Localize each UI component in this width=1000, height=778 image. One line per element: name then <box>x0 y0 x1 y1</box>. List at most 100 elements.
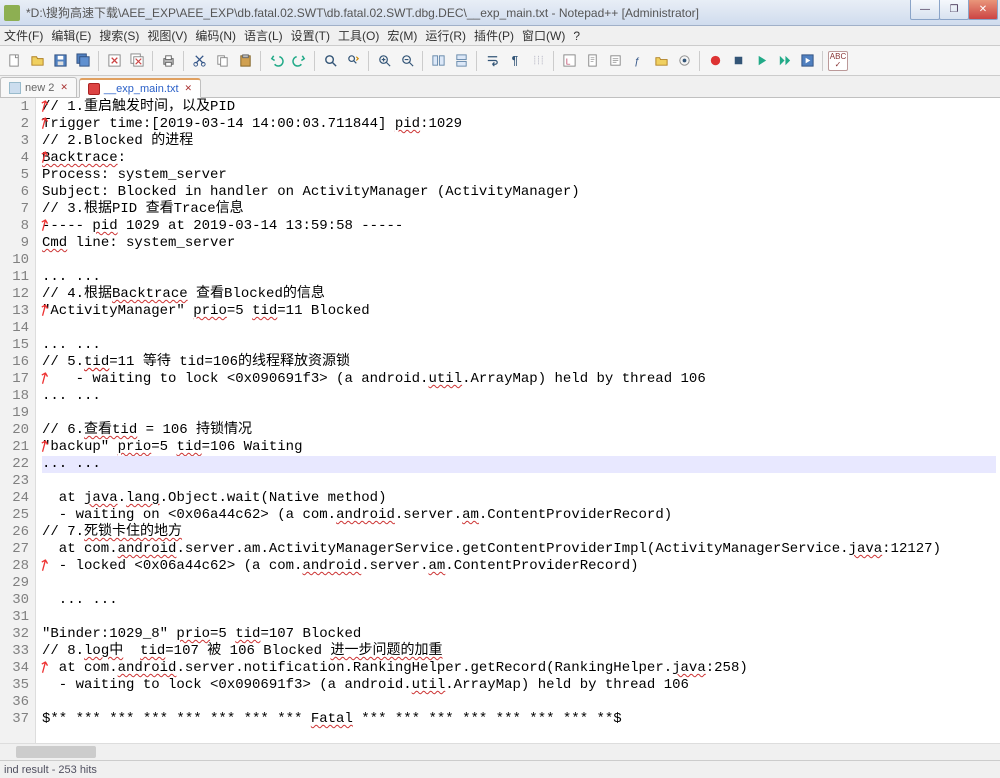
tab-new2[interactable]: new 2 ✕ <box>0 77 77 97</box>
code-line[interactable]: ↗"backup" prio=5 tid=106 Waiting <box>42 439 996 456</box>
code-line[interactable]: ↗ at com.android.server.notification.Ran… <box>42 660 996 677</box>
close-file-icon[interactable] <box>104 51 124 71</box>
doc-list-icon[interactable] <box>605 51 625 71</box>
code-line[interactable]: // 8.log中 tid=107 被 106 Blocked 进一步问题的加重 <box>42 643 996 660</box>
code-line[interactable]: ... ... <box>42 592 996 609</box>
menu-run[interactable]: 运行(R) <box>425 27 466 44</box>
menu-edit[interactable]: 编辑(E) <box>51 27 91 44</box>
menu-tools[interactable]: 工具(O) <box>338 27 379 44</box>
function-list-icon[interactable]: ƒ <box>628 51 648 71</box>
code-line[interactable]: ↗ - waiting to lock <0x090691f3> (a andr… <box>42 371 996 388</box>
code-line[interactable]: ↗Backtrace: <box>42 150 996 167</box>
menu-encoding[interactable]: 编码(N) <box>195 27 236 44</box>
code-line[interactable]: ... ... <box>42 337 996 354</box>
save-all-icon[interactable] <box>73 51 93 71</box>
code-line[interactable]: "Binder:1029_8" prio=5 tid=107 Blocked <box>42 626 996 643</box>
code-line[interactable]: // 4.根据Backtrace 查看Blocked的信息 <box>42 286 996 303</box>
code-line[interactable] <box>42 575 996 592</box>
stop-macro-icon[interactable] <box>728 51 748 71</box>
tab-bar: new 2 ✕ __exp_main.txt ✕ <box>0 76 1000 98</box>
find-icon[interactable] <box>320 51 340 71</box>
code-line[interactable]: // 5.tid=11 等待 tid=106的线程释放资源锁 <box>42 354 996 371</box>
code-line[interactable]: Cmd line: system_server <box>42 235 996 252</box>
scrollbar-thumb[interactable] <box>16 746 96 758</box>
cut-icon[interactable] <box>189 51 209 71</box>
print-icon[interactable] <box>158 51 178 71</box>
code-line[interactable]: ↗Trigger time:[2019-03-14 14:00:03.71184… <box>42 116 996 133</box>
show-all-chars-icon[interactable]: ¶ <box>505 51 525 71</box>
tab-close-icon[interactable]: ✕ <box>185 83 193 94</box>
new-file-icon[interactable] <box>4 51 24 71</box>
word-wrap-icon[interactable] <box>482 51 502 71</box>
record-macro-icon[interactable] <box>705 51 725 71</box>
code-line[interactable]: // 7.死锁卡住的地方 <box>42 524 996 541</box>
maximize-button[interactable]: ❐ <box>939 0 969 20</box>
code-line[interactable]: at com.android.server.am.ActivityManager… <box>42 541 996 558</box>
menu-settings[interactable]: 设置(T) <box>291 27 330 44</box>
code-line[interactable]: Process: system_server <box>42 167 996 184</box>
code-line[interactable] <box>42 694 996 711</box>
annotation-arrow-icon: ↗ <box>35 556 55 577</box>
sync-vscroll-icon[interactable] <box>428 51 448 71</box>
annotation-arrow-icon: ↗ <box>35 658 55 679</box>
code-line[interactable]: Subject: Blocked in handler on ActivityM… <box>42 184 996 201</box>
redo-icon[interactable] <box>289 51 309 71</box>
menu-file[interactable]: 文件(F) <box>4 27 43 44</box>
code-line[interactable] <box>42 320 996 337</box>
folder-workspace-icon[interactable] <box>651 51 671 71</box>
menu-search[interactable]: 搜索(S) <box>99 27 139 44</box>
code-line[interactable]: ... ... <box>42 269 996 286</box>
tab-exp-main[interactable]: __exp_main.txt ✕ <box>79 78 201 98</box>
copy-icon[interactable] <box>212 51 232 71</box>
toolbar-separator <box>476 51 477 71</box>
doc-map-icon[interactable] <box>582 51 602 71</box>
file-icon <box>9 82 21 94</box>
code-line[interactable]: at java.lang.Object.wait(Native method) <box>42 490 996 507</box>
save-macro-icon[interactable] <box>797 51 817 71</box>
menu-macro[interactable]: 宏(M) <box>387 27 417 44</box>
zoom-in-icon[interactable] <box>374 51 394 71</box>
replace-icon[interactable] <box>343 51 363 71</box>
code-line[interactable]: - waiting on <0x06a44c62> (a com.android… <box>42 507 996 524</box>
menu-language[interactable]: 语言(L) <box>244 27 283 44</box>
open-file-icon[interactable] <box>27 51 47 71</box>
tab-label: new 2 <box>25 82 54 94</box>
code-line[interactable]: // 3.根据PID 查看Trace信息 <box>42 201 996 218</box>
menu-window[interactable]: 窗口(W) <box>522 27 565 44</box>
minimize-button[interactable]: — <box>910 0 940 20</box>
code-line[interactable]: ↗"ActivityManager" prio=5 tid=11 Blocked <box>42 303 996 320</box>
code-line[interactable] <box>42 405 996 422</box>
close-button[interactable]: ✕ <box>968 0 998 20</box>
sync-hscroll-icon[interactable] <box>451 51 471 71</box>
undo-icon[interactable] <box>266 51 286 71</box>
menu-plugins[interactable]: 插件(P) <box>474 27 514 44</box>
code-line[interactable] <box>42 609 996 626</box>
tab-label: __exp_main.txt <box>104 83 179 95</box>
menu-view[interactable]: 视图(V) <box>147 27 187 44</box>
monitoring-icon[interactable] <box>674 51 694 71</box>
menu-help[interactable]: ? <box>573 29 580 43</box>
code-line[interactable] <box>42 473 996 490</box>
close-all-icon[interactable] <box>127 51 147 71</box>
code-content[interactable]: ↗// 1.重启触发时间，以及PID↗Trigger time:[2019-03… <box>36 98 996 743</box>
paste-icon[interactable] <box>235 51 255 71</box>
code-line[interactable]: $** *** *** *** *** *** *** *** Fatal **… <box>42 711 996 728</box>
play-macro-icon[interactable] <box>751 51 771 71</box>
code-line[interactable]: ... ... <box>42 456 996 473</box>
tab-close-icon[interactable]: ✕ <box>60 82 68 93</box>
spell-check-icon[interactable]: ABC✓ <box>828 51 848 71</box>
code-line[interactable]: ↗----- pid 1029 at 2019-03-14 13:59:58 -… <box>42 218 996 235</box>
code-line[interactable] <box>42 252 996 269</box>
line-number-gutter: 1234567891011121314151617181920212223242… <box>0 98 36 743</box>
save-icon[interactable] <box>50 51 70 71</box>
code-line[interactable]: ... ... <box>42 388 996 405</box>
code-line[interactable]: // 6.查看tid = 106 持锁情况 <box>42 422 996 439</box>
zoom-out-icon[interactable] <box>397 51 417 71</box>
code-line[interactable]: ↗// 1.重启触发时间，以及PID <box>42 99 996 116</box>
run-macro-multi-icon[interactable] <box>774 51 794 71</box>
code-line[interactable]: // 2.Blocked 的进程 <box>42 133 996 150</box>
indent-guide-icon[interactable] <box>528 51 548 71</box>
code-line[interactable]: ↗ - locked <0x06a44c62> (a com.android.s… <box>42 558 996 575</box>
user-lang-icon[interactable]: L <box>559 51 579 71</box>
code-line[interactable]: - waiting to lock <0x090691f3> (a androi… <box>42 677 996 694</box>
